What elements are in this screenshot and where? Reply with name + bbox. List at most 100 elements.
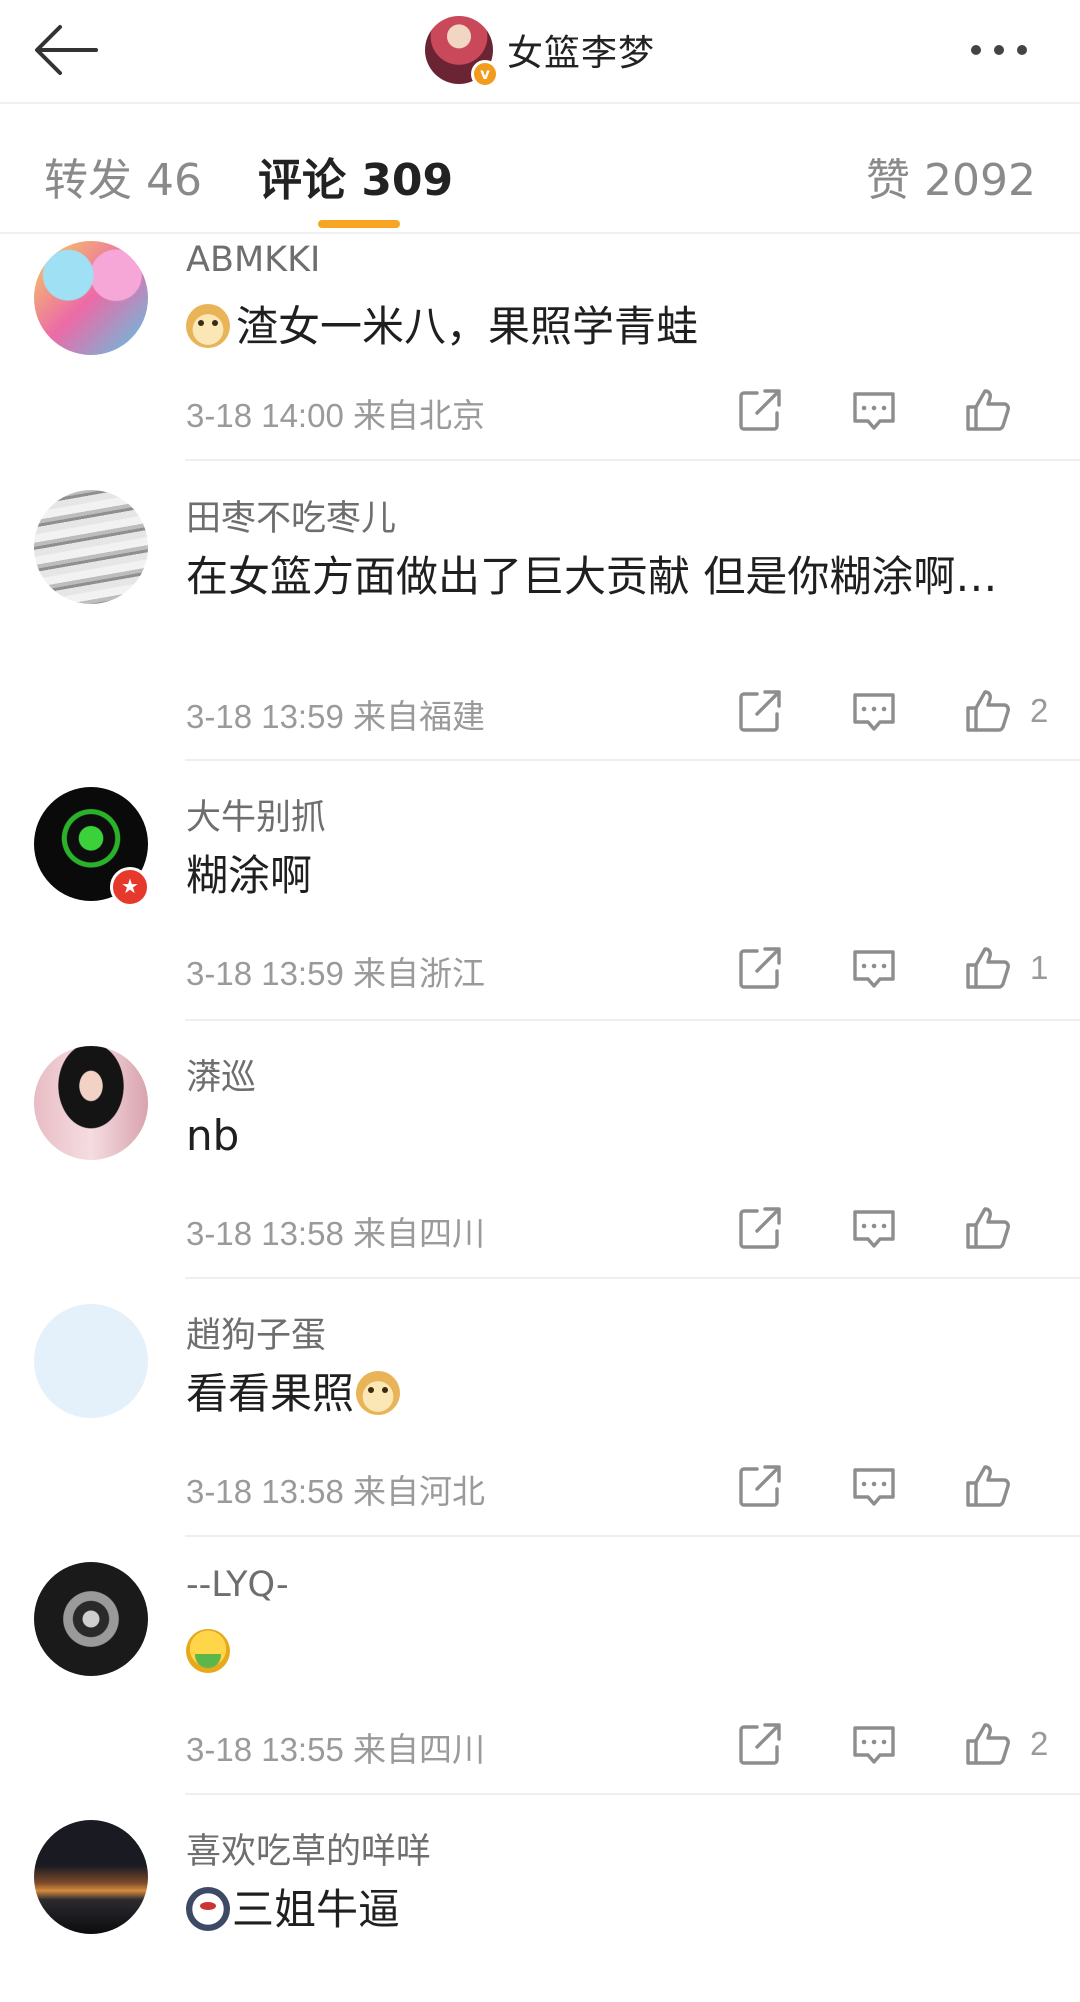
comment-item: --LYQ- 3-18 13:55 来自四川 2: [0, 1537, 1080, 1795]
tab-reposts[interactable]: 转发 46: [44, 144, 202, 208]
thumbs-up-icon: [966, 690, 1010, 732]
tab-likes[interactable]: 赞 2092: [866, 144, 1036, 208]
comment-item: ★ 大牛别抓 糊涂啊 3-18 13:59 来自浙江 1: [0, 761, 1080, 1021]
comment-actions: [674, 1200, 1050, 1256]
comment-location: 来自福建: [352, 698, 485, 735]
comment-meta: 3-18 13:59 来自浙江: [186, 947, 485, 995]
like-button[interactable]: [960, 1458, 1016, 1514]
interaction-tabs: 转发 46 评论 309 赞 2092: [0, 104, 1080, 234]
reply-button[interactable]: [846, 683, 902, 739]
like-count: 2: [1030, 692, 1049, 729]
user-avatar[interactable]: [34, 1820, 148, 1934]
comment-username[interactable]: ABMKKI: [186, 240, 320, 280]
comment-username[interactable]: --LYQ-: [186, 1565, 289, 1605]
comment-time: 3-18 13:55: [186, 1731, 344, 1768]
comment-actions: [674, 382, 1050, 438]
account-avatar[interactable]: v: [424, 16, 499, 88]
comment-location: 来自北京: [352, 397, 485, 434]
comment-actions: 2: [674, 683, 1050, 739]
comment-time: 3-18 13:59: [186, 698, 344, 735]
like-button[interactable]: [960, 382, 1016, 438]
user-avatar[interactable]: [34, 490, 148, 604]
comment-meta: 3-18 13:59 来自福建: [186, 690, 485, 738]
reply-button[interactable]: [846, 382, 902, 438]
comment-actions: 1: [674, 940, 1050, 996]
comment-location: 来自河北: [352, 1473, 485, 1510]
reply-button[interactable]: [846, 940, 902, 996]
comment-location: 来自四川: [352, 1731, 485, 1768]
thumbs-up-icon: [966, 389, 1010, 431]
comment-time: 3-18 13:59: [186, 955, 344, 992]
like-button[interactable]: [960, 940, 1016, 996]
share-icon: [739, 1207, 781, 1249]
comment-item: 喜欢吃草的咩咩 三姐牛逼: [0, 1795, 1080, 2002]
panda-emoji-icon: [186, 1887, 230, 1931]
comment-text: 三姐牛逼: [232, 1885, 401, 1934]
comment-text: 在女篮方面做出了巨大贡献 但是你糊涂啊…: [186, 552, 998, 601]
comment-meta: 3-18 13:58 来自河北: [186, 1465, 485, 1513]
share-icon: [739, 389, 781, 431]
share-button[interactable]: [732, 1200, 788, 1256]
like-button[interactable]: [960, 683, 1016, 739]
verified-badge-icon: v: [470, 60, 499, 88]
comment-item: 趙狗子蛋 看看果照 3-18 13:58 来自河北: [0, 1279, 1080, 1537]
account-header[interactable]: v 女篮李梦: [0, 10, 1080, 90]
comment-text-line: [186, 1623, 1016, 1681]
user-avatar[interactable]: [34, 1304, 148, 1418]
reply-icon: [853, 693, 895, 731]
share-button[interactable]: [732, 940, 788, 996]
reply-icon: [853, 950, 895, 988]
tab-comments[interactable]: 评论 309: [258, 144, 453, 208]
comment-location: 来自浙江: [352, 955, 485, 992]
comment-actions: [674, 1458, 1050, 1514]
account-name[interactable]: 女篮李梦: [507, 24, 655, 76]
reply-button[interactable]: [846, 1200, 902, 1256]
more-dot-icon: [994, 45, 1004, 55]
reply-button[interactable]: [846, 1716, 902, 1772]
like-button[interactable]: [960, 1200, 1016, 1256]
comment-username[interactable]: 喜欢吃草的咩咩: [186, 1823, 431, 1874]
comment-username[interactable]: 趙狗子蛋: [186, 1307, 326, 1358]
comment-item: 田枣不吃枣儿 在女篮方面做出了巨大贡献 但是你糊涂啊… 3-18 13:59 来…: [0, 461, 1080, 761]
comment-item: ABMKKI 渣女一米八，果照学青蛙 3-18 14:00 来自北京: [0, 236, 1080, 461]
share-button[interactable]: [732, 382, 788, 438]
like-count: 1: [1030, 949, 1049, 986]
comment-meta: 3-18 13:58 来自四川: [186, 1207, 485, 1255]
share-icon: [739, 1723, 781, 1765]
comment-text: 看看果照: [186, 1369, 355, 1418]
share-button[interactable]: [732, 1716, 788, 1772]
more-options-button[interactable]: [944, 10, 1054, 90]
share-button[interactable]: [732, 1458, 788, 1514]
share-icon: [739, 947, 781, 989]
like-count: 2: [1030, 1725, 1049, 1762]
comment-time: 3-18 13:58: [186, 1215, 344, 1252]
comment-actions: 2: [674, 1716, 1050, 1772]
comment-meta: 3-18 14:00 来自北京: [186, 389, 485, 437]
thumbs-up-icon: [966, 947, 1010, 989]
reply-icon: [853, 392, 895, 430]
user-avatar[interactable]: [34, 1562, 148, 1676]
comment-text: 糊涂啊: [186, 851, 313, 900]
top-bar: v 女篮李梦: [0, 0, 1080, 104]
comment-text: nb: [186, 1111, 240, 1160]
comment-item: 漭巡 nb 3-18 13:58 来自四川: [0, 1021, 1080, 1279]
comment-username[interactable]: 大牛别抓: [186, 789, 326, 840]
thumbs-up-icon: [966, 1207, 1010, 1249]
user-avatar[interactable]: [34, 1046, 148, 1160]
user-avatar[interactable]: [34, 241, 148, 355]
comment-text: 渣女一米八，果照学青蛙: [236, 302, 699, 351]
comment-time: 3-18 14:00: [186, 397, 344, 434]
comment-username[interactable]: 田枣不吃枣儿: [186, 490, 396, 541]
share-button[interactable]: [732, 683, 788, 739]
reply-icon: [853, 1468, 895, 1506]
comment-username[interactable]: 漭巡: [186, 1049, 256, 1100]
sick-emoji-icon: [186, 1629, 230, 1673]
reply-icon: [853, 1210, 895, 1248]
reply-button[interactable]: [846, 1458, 902, 1514]
active-tab-indicator: [318, 220, 400, 228]
doge-emoji-icon: [356, 1371, 401, 1415]
share-icon: [739, 1465, 781, 1507]
comment-time: 3-18 13:58: [186, 1473, 344, 1510]
thumbs-up-icon: [966, 1465, 1010, 1507]
like-button[interactable]: [960, 1716, 1016, 1772]
